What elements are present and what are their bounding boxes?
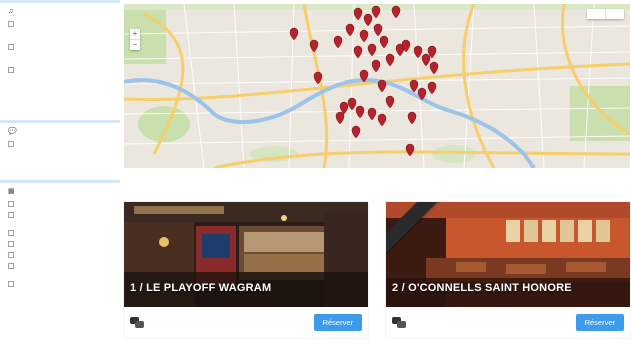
checkbox[interactable] [8,201,14,207]
option-description [18,28,78,39]
chat-bubbles-icon [130,316,144,329]
venue-meta-line [336,290,362,296]
venue-meta [598,284,624,296]
venue-card[interactable]: 1 / LE PLAYOFF WAGRAM Réserver [124,202,368,338]
services-section: ▦ [0,180,120,342]
ambiance-option[interactable] [8,43,114,62]
promotions-option[interactable] [8,140,114,160]
venue-card[interactable]: 2 / O'CONNELLS SAINT HONORE Réserver [386,202,630,338]
ambiance-section: ♫ [0,0,120,120]
option-label [18,66,78,73]
venue-meta [336,284,362,296]
option-label [18,229,52,236]
promo-offer[interactable] [412,322,576,331]
checkbox[interactable] [8,263,14,269]
checkbox[interactable] [8,44,14,50]
option-label [18,251,52,258]
map-caption [124,176,630,183]
checkbox[interactable] [8,67,14,73]
filters-sidebar: ♫ 💬 ▦ [0,0,120,342]
venue-title[interactable]: 2 / O'CONNELLS SAINT HONORE [392,282,572,294]
option-description [18,51,78,62]
checkbox[interactable] [8,252,14,258]
map-place-label [172,126,202,133]
promotions-header[interactable]: 💬 [8,126,114,136]
option-description [18,219,78,225]
map-type-toggle [587,9,624,19]
ambiance-option[interactable] [8,20,114,39]
reserve-button[interactable]: Réserver [313,314,362,331]
option-label [18,140,78,160]
option-label [18,211,78,218]
option-description [18,288,78,294]
venue-map[interactable]: + − [124,4,630,168]
zoom-control: + − [130,29,140,50]
services-option[interactable] [8,280,114,294]
option-label [18,20,78,27]
services-option[interactable] [8,240,114,247]
option-description [18,74,78,85]
checkbox[interactable] [8,281,14,287]
venue-subtitle [130,296,160,303]
grid-icon: ▦ [8,188,15,195]
option-label [18,200,52,207]
checkbox[interactable] [8,21,14,27]
checkbox[interactable] [8,230,14,236]
venue-photo[interactable]: 2 / O'CONNELLS SAINT HONORE [386,202,630,307]
music-icon: ♫ [8,7,14,15]
ambiance-header[interactable]: ♫ [8,6,114,16]
promo-offer[interactable] [150,322,314,331]
services-header[interactable]: ▦ [8,186,114,196]
promo-label [150,314,314,320]
map-canvas [124,4,630,168]
option-label [18,280,78,287]
option-description [18,270,78,276]
chat-bubbles-icon: 💬 [8,128,17,135]
checkbox[interactable] [8,241,14,247]
services-option[interactable] [8,229,114,236]
option-label [18,240,52,247]
option-label [18,43,78,50]
venue-promo-bar: Réserver [124,307,368,338]
venue-subtitle [392,296,422,303]
chat-bubbles-icon [392,316,406,329]
promotions-section: 💬 [0,120,120,180]
checkbox[interactable] [8,141,14,147]
checkbox[interactable] [8,212,14,218]
services-option[interactable] [8,251,114,258]
ambiance-option[interactable] [8,66,114,85]
promo-label [412,314,576,320]
venue-title[interactable]: 1 / LE PLAYOFF WAGRAM [130,282,271,294]
services-option[interactable] [8,211,114,225]
services-option[interactable] [8,200,114,207]
venue-meta-line [598,290,624,296]
map-type-satellite[interactable] [605,9,624,19]
map-type-plan[interactable] [587,9,605,19]
venue-photo[interactable]: 1 / LE PLAYOFF WAGRAM [124,202,368,307]
zoom-out-button[interactable]: − [130,39,140,50]
services-option[interactable] [8,262,114,276]
zoom-in-button[interactable]: + [130,29,140,39]
option-label [18,262,78,269]
reserve-button[interactable]: Réserver [575,314,624,331]
venue-promo-bar: Réserver [386,307,630,338]
